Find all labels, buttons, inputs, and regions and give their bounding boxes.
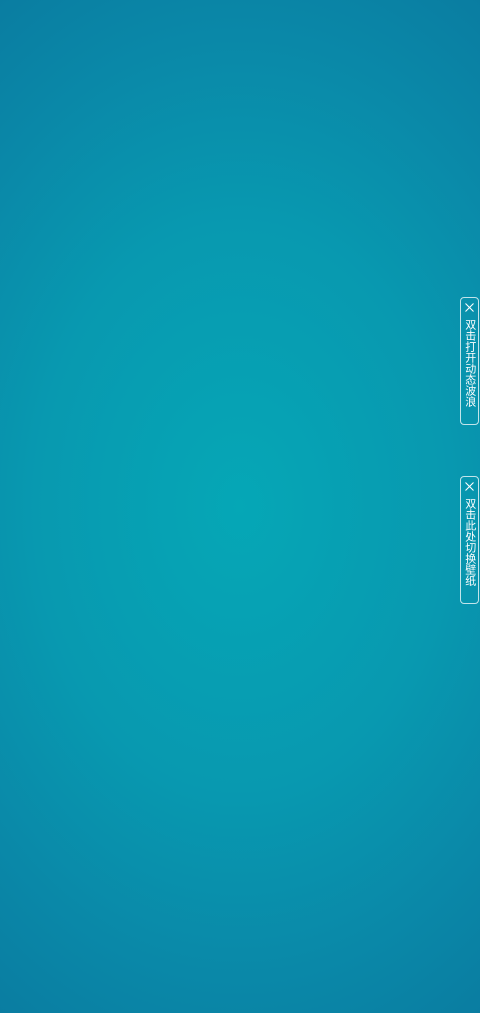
- close-icon[interactable]: [464, 302, 475, 313]
- close-icon[interactable]: [464, 481, 475, 492]
- open-dynamic-wave-tab[interactable]: 双击打开动态波浪: [460, 297, 479, 425]
- switch-wallpaper-tab[interactable]: 双击此处切换壁纸: [460, 476, 479, 604]
- wallpaper-background[interactable]: [0, 0, 480, 1013]
- open-dynamic-wave-label: 双击打开动态波浪: [463, 319, 477, 407]
- switch-wallpaper-label: 双击此处切换壁纸: [463, 498, 477, 586]
